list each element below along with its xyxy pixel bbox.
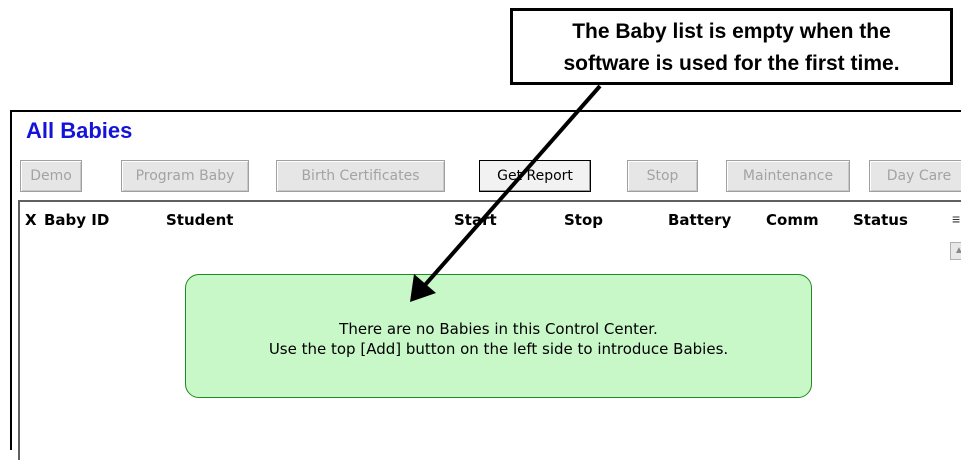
callout-arrow: [410, 84, 602, 302]
callout-arrow-line: [423, 84, 602, 287]
